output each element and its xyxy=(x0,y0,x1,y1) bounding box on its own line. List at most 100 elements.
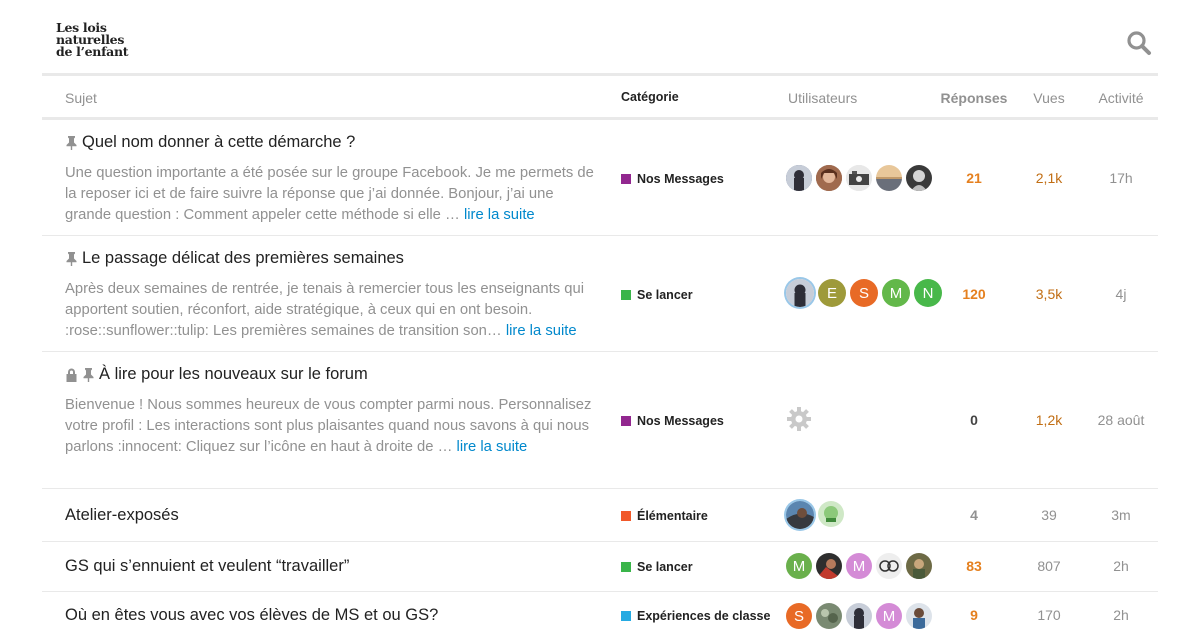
view-count: 2,1k xyxy=(1035,170,1063,186)
avatar[interactable] xyxy=(816,165,842,191)
read-more-link[interactable]: lire la suite xyxy=(464,207,535,223)
avatar[interactable]: M xyxy=(876,603,902,629)
reply-count[interactable]: 0 xyxy=(922,412,1026,428)
column-header-replies[interactable]: Réponses xyxy=(922,90,1026,106)
avatar[interactable] xyxy=(876,165,902,191)
lock-icon xyxy=(65,368,78,382)
activity-time[interactable]: 28 août xyxy=(1092,412,1150,428)
topic-list: Sujet Catégorie Utilisateurs Réponses Vu… xyxy=(42,76,1158,630)
view-count: 3,5k xyxy=(1035,286,1063,302)
read-more-link[interactable]: lire la suite xyxy=(457,439,528,455)
topic-main: Où en êtes vous avec vos élèves de MS et… xyxy=(65,606,600,625)
avatar[interactable]: S xyxy=(786,603,812,629)
search-button[interactable] xyxy=(1126,30,1156,60)
avatar[interactable] xyxy=(818,501,844,527)
activity-time[interactable]: 3m xyxy=(1092,507,1150,523)
topic-row: Où en êtes vous avec vos élèves de MS et… xyxy=(42,592,1158,630)
avatar[interactable] xyxy=(786,406,812,432)
topic-excerpt: Après deux semaines de rentrée, je tenai… xyxy=(65,279,600,342)
posters: E S M N xyxy=(786,279,942,307)
category-color-swatch xyxy=(621,174,631,184)
avatar[interactable] xyxy=(786,279,814,307)
topic-list-header: Sujet Catégorie Utilisateurs Réponses Vu… xyxy=(42,76,1158,120)
category-badge[interactable]: Nos Messages xyxy=(621,172,724,186)
topic-main: GS qui s’ennuient et veulent “travailler… xyxy=(65,557,600,576)
avatar[interactable]: S xyxy=(850,279,878,307)
category-color-swatch xyxy=(621,416,631,426)
logo-line-3: de l’enfant xyxy=(56,44,129,59)
topic-row: Quel nom donner à cette démarche ? Une q… xyxy=(42,120,1158,236)
column-header-activity[interactable]: Activité xyxy=(1092,90,1150,106)
topic-main: Quel nom donner à cette démarche ? Une q… xyxy=(65,133,600,226)
column-header-category[interactable]: Catégorie xyxy=(621,90,679,104)
view-count: 1,2k xyxy=(1035,412,1063,428)
column-header-views[interactable]: Vues xyxy=(1026,90,1072,106)
gear-icon xyxy=(787,407,811,431)
avatar[interactable] xyxy=(846,165,872,191)
topic-title[interactable]: Quel nom donner à cette démarche ? xyxy=(82,133,355,152)
topic-row: GS qui s’ennuient et veulent “travailler… xyxy=(42,542,1158,592)
category-name: Se lancer xyxy=(637,560,693,574)
site-logo[interactable]: Les lois naturelles de l’enfant xyxy=(56,21,129,59)
category-name: Se lancer xyxy=(637,288,693,302)
avatar[interactable] xyxy=(876,553,902,579)
avatar[interactable]: M xyxy=(882,279,910,307)
category-color-swatch xyxy=(621,290,631,300)
read-more-link[interactable]: lire la suite xyxy=(506,323,577,339)
topic-main: À lire pour les nouveaux sur le forum Bi… xyxy=(65,365,600,458)
activity-time[interactable]: 4j xyxy=(1092,286,1150,302)
topic-title[interactable]: Atelier-exposés xyxy=(65,506,179,525)
pin-icon xyxy=(82,367,95,382)
avatar[interactable] xyxy=(816,553,842,579)
category-badge[interactable]: Expériences de classe xyxy=(621,609,770,623)
avatar[interactable]: M xyxy=(786,553,812,579)
avatar[interactable] xyxy=(816,603,842,629)
activity-time[interactable]: 17h xyxy=(1092,170,1150,186)
category-badge[interactable]: Se lancer xyxy=(621,560,693,574)
column-header-topic[interactable]: Sujet xyxy=(65,90,97,106)
view-count: 807 xyxy=(1037,558,1061,574)
category-color-swatch xyxy=(621,611,631,621)
avatar[interactable] xyxy=(846,603,872,629)
category-name: Nos Messages xyxy=(637,172,724,186)
site-header: Les lois naturelles de l’enfant xyxy=(42,0,1158,76)
topic-title[interactable]: Où en êtes vous avec vos élèves de MS et… xyxy=(65,606,438,625)
reply-count[interactable]: 120 xyxy=(922,286,1026,302)
posters: M M xyxy=(786,553,932,579)
reply-count[interactable]: 83 xyxy=(922,558,1026,574)
posters xyxy=(786,165,932,191)
category-color-swatch xyxy=(621,511,631,521)
posters: S M xyxy=(786,603,932,629)
topic-main: Atelier-exposés xyxy=(65,506,600,525)
avatar[interactable]: M xyxy=(846,553,872,579)
category-color-swatch xyxy=(621,562,631,572)
activity-time[interactable]: 2h xyxy=(1092,558,1150,574)
pin-icon xyxy=(65,251,78,266)
category-badge[interactable]: Se lancer xyxy=(621,288,693,302)
column-header-users: Utilisateurs xyxy=(788,90,858,106)
reply-count[interactable]: 4 xyxy=(922,507,1026,523)
view-count: 170 xyxy=(1037,607,1061,623)
topic-row: À lire pour les nouveaux sur le forum Bi… xyxy=(42,352,1158,489)
search-icon xyxy=(1127,31,1151,55)
topic-row: Atelier-exposés Élémentaire 4 39 3m xyxy=(42,489,1158,542)
category-badge[interactable]: Élémentaire xyxy=(621,509,708,523)
avatar[interactable] xyxy=(786,165,812,191)
category-name: Élémentaire xyxy=(637,509,708,523)
topic-title[interactable]: Le passage délicat des premières semaine… xyxy=(82,249,404,268)
topic-main: Le passage délicat des premières semaine… xyxy=(65,249,600,342)
topic-title[interactable]: À lire pour les nouveaux sur le forum xyxy=(99,365,368,384)
avatar[interactable]: E xyxy=(818,279,846,307)
posters xyxy=(786,406,812,432)
topic-excerpt: Une question importante a été posée sur … xyxy=(65,163,600,226)
topic-title[interactable]: GS qui s’ennuient et veulent “travailler… xyxy=(65,557,349,576)
avatar[interactable] xyxy=(786,501,814,529)
reply-count[interactable]: 9 xyxy=(922,607,1026,623)
category-name: Nos Messages xyxy=(637,414,724,428)
reply-count[interactable]: 21 xyxy=(922,170,1026,186)
topic-excerpt: Bienvenue ! Nous sommes heureux de vous … xyxy=(65,395,600,458)
category-badge[interactable]: Nos Messages xyxy=(621,414,724,428)
activity-time[interactable]: 2h xyxy=(1092,607,1150,623)
posters xyxy=(786,501,844,529)
pin-icon xyxy=(65,135,78,150)
